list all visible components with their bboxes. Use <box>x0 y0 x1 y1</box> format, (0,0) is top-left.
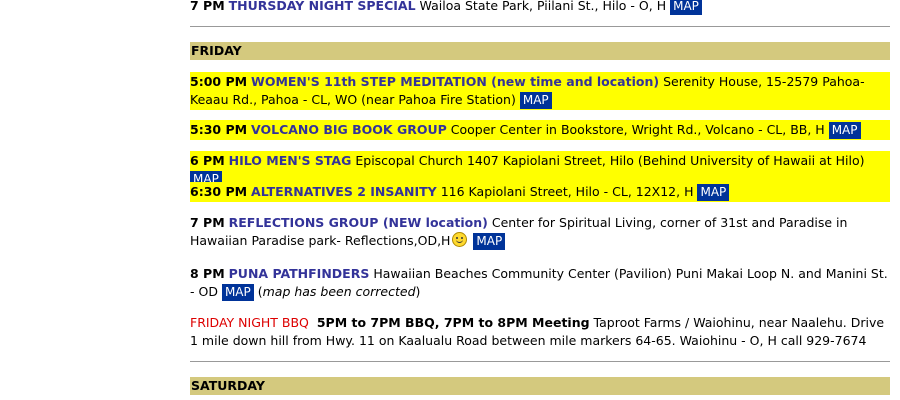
bbq-label: FRIDAY NIGHT BBQ <box>190 315 309 330</box>
meeting-description: Wailoa State Park, Piilani St., Hilo - O… <box>419 0 667 13</box>
meeting-entry: 5:30 PM VOLCANO BIG BOOK GROUP Cooper Ce… <box>190 120 890 140</box>
map-link[interactable]: MAP <box>221 284 254 301</box>
meeting-description: Episcopal Church 1407 Kapiolani Street, … <box>355 153 865 168</box>
meeting-time: 7 PM <box>190 215 225 230</box>
meeting-time: 6 PM <box>190 153 225 168</box>
map-note: map has been corrected <box>262 284 416 299</box>
meeting-group-name: WOMEN'S 11th STEP MEDITATION (new time a… <box>251 74 660 89</box>
meeting-group-name: VOLCANO BIG BOOK GROUP <box>251 122 447 137</box>
meeting-time: 5:00 PM <box>190 74 248 89</box>
meeting-entry: 7 PM THURSDAY NIGHT SPECIAL Wailoa State… <box>190 0 890 16</box>
divider <box>190 26 890 27</box>
meeting-entry: 8 PM PUNA PATHFINDERS Hawaiian Beaches C… <box>190 266 888 301</box>
bbq-times: 5PM to 7PM BBQ, 7PM to 8PM Meeting <box>316 315 590 330</box>
meeting-entry: 6:30 PM ALTERNATIVES 2 INSANITY 116 Kapi… <box>190 182 890 202</box>
meeting-description: 116 Kapiolani Street, Hilo - CL, 12X12, … <box>440 184 694 199</box>
map-link[interactable]: MAP <box>473 233 506 250</box>
meeting-group-name: ALTERNATIVES 2 INSANITY <box>251 184 437 199</box>
meeting-entry: 5:00 PM WOMEN'S 11th STEP MEDITATION (ne… <box>190 72 890 110</box>
map-link[interactable]: MAP <box>519 92 552 109</box>
meeting-group-name: PUNA PATHFINDERS <box>228 266 370 281</box>
meeting-group-name: REFLECTIONS GROUP (NEW location) <box>228 215 488 230</box>
bbq-entry: FRIDAY NIGHT BBQ 5PM to 7PM BBQ, 7PM to … <box>190 313 890 351</box>
smiley-icon <box>452 232 468 247</box>
map-link[interactable]: MAP <box>670 0 702 15</box>
meeting-group-name: HILO MEN'S STAG <box>228 153 352 168</box>
meeting-entry: 7 PM REFLECTIONS GROUP (NEW location) Ce… <box>190 213 890 251</box>
meeting-time: 5:30 PM <box>190 122 248 137</box>
day-header-saturday: SATURDAY <box>190 377 890 395</box>
meeting-time: 8 PM <box>190 266 225 281</box>
meeting-description: Cooper Center in Bookstore, Wright Rd., … <box>450 122 825 137</box>
divider <box>190 361 890 362</box>
day-header-friday: FRIDAY <box>190 42 890 60</box>
meeting-time: 6:30 PM <box>190 184 248 199</box>
meeting-time: 7 PM <box>190 0 225 13</box>
map-link[interactable]: MAP <box>697 184 730 201</box>
meeting-group-name: THURSDAY NIGHT SPECIAL <box>228 0 416 13</box>
map-link[interactable]: MAP <box>828 122 861 139</box>
